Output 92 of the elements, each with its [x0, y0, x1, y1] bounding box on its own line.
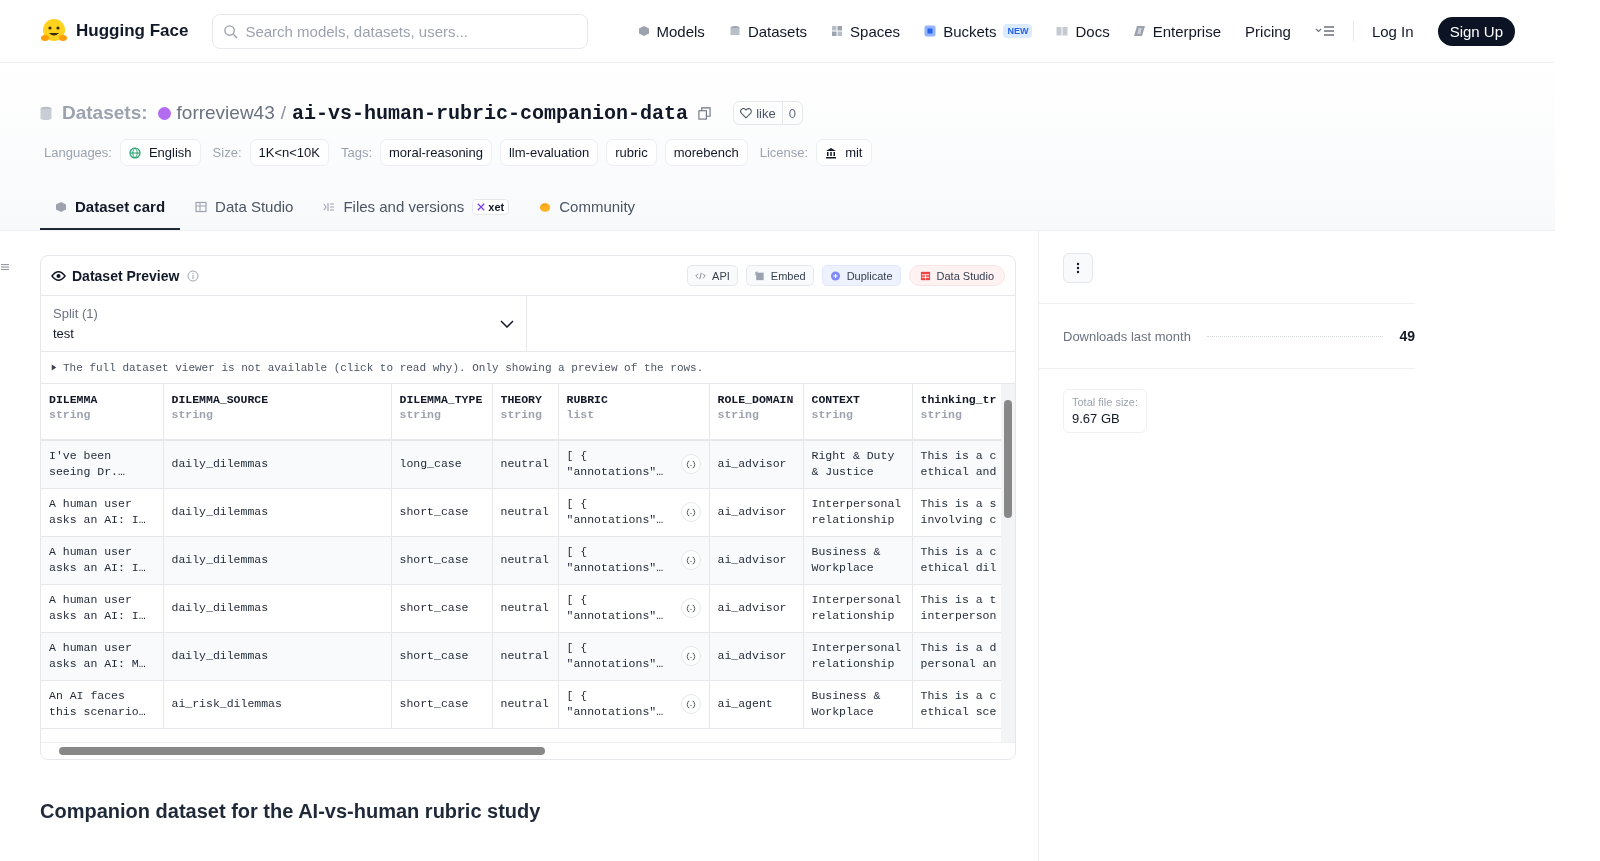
- table-cell: daily_dilemmas: [171, 504, 269, 520]
- tab[interactable]: Files and versions xet: [308, 188, 525, 230]
- table-cell: An AI faces this scenario…: [49, 688, 146, 720]
- table-cell-text: Right & Duty & Justice: [811, 448, 896, 481]
- table-cell: short_case: [399, 600, 469, 616]
- nav-link[interactable]: Pricing: [1245, 22, 1291, 40]
- signup-button[interactable]: Sign Up: [1437, 16, 1515, 46]
- table-cell: This is a d personal an: [920, 640, 997, 672]
- table-cell: A human user asks an AI: I…: [49, 496, 146, 528]
- table-cell: ai_advisor: [717, 504, 787, 520]
- file-size-card: Total file size: 9.67 GB: [1063, 389, 1148, 433]
- table-cell: Interpersonal relationship: [811, 496, 902, 528]
- meta-label: Tags:: [340, 145, 373, 160]
- nav-link[interactable]: Buckets NEW: [924, 22, 1033, 40]
- table-cell: neutral: [500, 504, 549, 520]
- table-cell: neutral: [500, 456, 549, 473]
- table-cell: A human user asks an AI: I…: [49, 592, 146, 624]
- nav-link[interactable]: Datasets: [728, 22, 808, 40]
- tab[interactable]: Community: [524, 188, 651, 230]
- tag[interactable]: llm-evaluation: [499, 139, 599, 166]
- table-cell-text: Business & Workplace: [811, 544, 882, 576]
- table-cell: ai_advisor: [717, 456, 787, 473]
- table-cell: daily_dilemmas: [171, 552, 269, 568]
- table-cell: long_case: [399, 456, 462, 473]
- table-cell: short_case: [399, 504, 469, 520]
- table-cell: ai_advisor: [717, 648, 787, 664]
- table-cell: [ { "annotations"…: [566, 544, 664, 576]
- table-cell: Interpersonal relationship: [811, 592, 902, 624]
- table-cell: This is a s involving c: [920, 496, 997, 528]
- table-cell: This is a t interperson: [920, 592, 997, 624]
- search-field[interactable]: Search models, datasets, users...: [212, 13, 589, 49]
- login-link[interactable]: Log In: [1371, 22, 1414, 40]
- tag[interactable]: rubric: [606, 139, 657, 166]
- table-cell: [ { "annotations"…: [566, 448, 664, 481]
- dataset-name[interactable]: ai-vs-human-rubric-companion-data: [292, 101, 689, 125]
- table-cell: neutral: [500, 648, 549, 664]
- table-cell: This is a c ethical dil: [920, 544, 997, 576]
- section-heading: Companion dataset for the AI-vs-human rubric study: [40, 800, 542, 823]
- split-select[interactable]: Split (1) test: [41, 296, 527, 351]
- action-button[interactable]: API: [687, 265, 738, 286]
- tag[interactable]: morebench: [664, 139, 748, 166]
- table-cell: daily_dilemmas: [171, 456, 269, 473]
- table-cell: daily_dilemmas: [171, 648, 269, 664]
- table-cell: [ { "annotations"…: [566, 688, 664, 720]
- tab[interactable]: Dataset card: [40, 188, 181, 230]
- meta-label: Languages:: [44, 145, 112, 160]
- table-cell: ai_agent: [717, 696, 773, 712]
- table-cell-text: Business & Workplace: [811, 688, 882, 720]
- path-separator: /: [280, 102, 287, 124]
- meta-label: Size:: [212, 145, 242, 160]
- table-cell: Interpersonal relationship: [811, 640, 902, 672]
- nav-link[interactable]: Spaces: [831, 22, 901, 40]
- table-cell: This is a c ethical sce: [920, 688, 997, 720]
- table-cell: A human user asks an AI: I…: [49, 544, 146, 576]
- table-cell-text: I've been seeing Dr.…: [49, 448, 126, 481]
- nav-link[interactable]: Enterprise: [1133, 22, 1222, 40]
- table-cell: daily_dilemmas: [171, 600, 269, 616]
- tag[interactable]: English: [119, 139, 201, 166]
- tag[interactable]: 1K<n<10K: [249, 139, 329, 166]
- table-cell: neutral: [500, 696, 549, 712]
- nav-link[interactable]: Models: [637, 22, 705, 40]
- downloads-count: 49: [1399, 328, 1415, 344]
- tag[interactable]: mit: [816, 139, 872, 166]
- table-cell: [ { "annotations"…: [566, 496, 664, 528]
- repo-type-label: Datasets:: [62, 102, 148, 124]
- downloads-label: Downloads last month: [1063, 328, 1191, 344]
- table-cell: [ { "annotations"…: [566, 640, 664, 672]
- meta-label: License:: [759, 145, 809, 160]
- action-button[interactable]: Embed: [745, 265, 814, 286]
- table-cell: A human user asks an AI: M…: [49, 640, 146, 672]
- table-cell: short_case: [399, 648, 469, 664]
- notice-text[interactable]: The full dataset viewer is not available (click to read why). Only showing a preview of the rows.: [63, 361, 704, 374]
- like-button[interactable]: like: [734, 102, 783, 124]
- table-cell: neutral: [500, 600, 549, 616]
- owner-link[interactable]: forreview43: [176, 102, 275, 124]
- table-cell: [ { "annotations"…: [566, 592, 664, 624]
- like-count: 0: [787, 105, 797, 121]
- nav-link[interactable]: Docs: [1056, 22, 1110, 40]
- table-cell: ai_risk_dilemmas: [171, 696, 282, 712]
- action-button[interactable]: Data Studio: [908, 265, 1005, 286]
- table-cell: ai_advisor: [717, 600, 787, 616]
- table-cell: This is a c ethical and: [920, 448, 997, 481]
- brand-name[interactable]: Hugging Face: [76, 21, 189, 41]
- action-button[interactable]: Duplicate: [821, 265, 901, 286]
- tag[interactable]: moral-reasoning: [380, 139, 492, 166]
- xet-label: xet: [488, 200, 505, 213]
- tab[interactable]: Data Studio: [180, 188, 309, 230]
- table-cell: short_case: [399, 696, 469, 712]
- table-cell: short_case: [399, 552, 469, 568]
- table-cell: ai_advisor: [717, 552, 787, 568]
- preview-title: Dataset Preview: [72, 267, 180, 284]
- table-cell: neutral: [500, 552, 549, 568]
